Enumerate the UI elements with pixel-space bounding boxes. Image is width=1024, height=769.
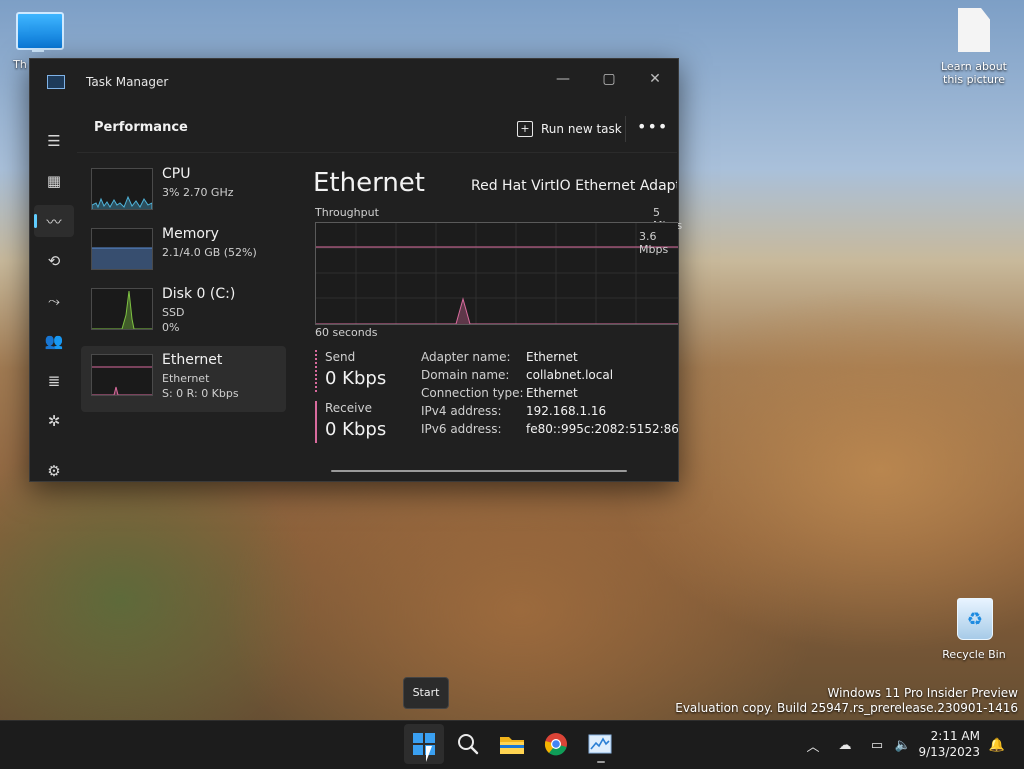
property-value: Ethernet <box>526 386 578 400</box>
document-icon <box>958 8 990 52</box>
run-new-task-button[interactable]: + Run new task <box>509 116 630 142</box>
property-value: collabnet.local <box>526 368 614 382</box>
perf-item-name: CPU <box>162 166 191 182</box>
property-key: Adapter name: <box>421 350 511 364</box>
windows-start-icon[interactable] <box>404 724 444 764</box>
send-label: Send <box>325 350 356 364</box>
chevron-up-icon[interactable]: ︿ <box>802 734 824 756</box>
perf-item-throughput: S: 0 R: 0 Kbps <box>162 387 239 400</box>
property-value: fe80::995c:2082:5152:8663%14 <box>526 422 678 436</box>
clock[interactable]: 2:11 AM 9/13/2023 <box>918 728 980 760</box>
property-key: Connection type: <box>421 386 524 400</box>
monitor-stand <box>32 48 44 52</box>
desktop-icon-label: Learn about this picture <box>941 60 1007 86</box>
recycle-bin-icon: ♻ <box>957 598 993 640</box>
perf-item-memory[interactable]: Memory 2.1/4.0 GB (52%) <box>81 220 286 286</box>
start-tooltip: Start <box>403 677 449 709</box>
onedrive-icon[interactable]: ☁ <box>834 734 856 756</box>
throughput-label: Throughput <box>315 206 379 219</box>
throughput-graph <box>315 222 678 325</box>
perf-item-usage: 0% <box>162 321 180 334</box>
send-stat: Send 0 Kbps <box>315 350 386 392</box>
send-value: 0 Kbps <box>325 368 387 389</box>
watermark-line: Evaluation copy. Build 25947.rs_prerelea… <box>675 701 1018 715</box>
throughput-peak-label: 3.6 Mbps <box>639 230 669 256</box>
desktop-icon-label: Recycle Bin <box>942 648 1006 661</box>
perf-item-detail: 2.1/4.0 GB (52%) <box>162 246 257 259</box>
disk-thumbnail-graph <box>91 288 153 330</box>
more-options-button[interactable]: ••• <box>637 116 667 142</box>
receive-label: Receive <box>325 401 372 415</box>
perf-item-detail: 3% 2.70 GHz <box>162 186 234 199</box>
perf-item-ethernet[interactable]: Ethernet Ethernet S: 0 R: 0 Kbps <box>81 346 286 412</box>
receive-stat: Receive 0 Kbps <box>315 401 386 443</box>
property-key: IPv4 address: <box>421 404 502 418</box>
page-title: Performance <box>94 120 188 135</box>
detail-title: Ethernet <box>313 168 425 198</box>
task-manager-icon[interactable] <box>580 724 620 764</box>
clock-date: 9/13/2023 <box>918 745 980 759</box>
running-app-indicator <box>597 761 605 763</box>
file-explorer-icon[interactable] <box>492 724 532 764</box>
notification-bell-icon[interactable]: 🔔 <box>986 734 1008 756</box>
property-value: Ethernet <box>526 350 578 364</box>
property-value: 192.168.1.16 <box>526 404 607 418</box>
perf-item-name: Disk 0 (C:) <box>162 286 236 302</box>
watermark-line: Windows 11 Pro Insider Preview <box>827 686 1018 700</box>
header-separator <box>77 152 677 153</box>
adapter-description: Red Hat VirtIO Ethernet Adapter <box>471 178 677 194</box>
receive-value: 0 Kbps <box>325 419 387 440</box>
property-key: Domain name: <box>421 368 510 382</box>
property-key: IPv6 address: <box>421 422 502 436</box>
os-watermark: Windows 11 Pro Insider Preview Evaluatio… <box>675 686 1018 716</box>
network-icon[interactable]: ▭ <box>866 734 888 756</box>
header-divider <box>625 116 626 142</box>
ethernet-thumbnail-graph <box>91 354 153 396</box>
perf-item-detail: Ethernet <box>162 372 210 385</box>
perf-item-detail: SSD <box>162 306 185 319</box>
perf-item-name: Memory <box>162 226 219 242</box>
cpu-thumbnail-graph <box>91 168 153 210</box>
time-span-label: 60 seconds <box>315 326 378 339</box>
chrome-icon[interactable] <box>536 724 576 764</box>
perf-item-disk[interactable]: Disk 0 (C:) SSD 0% <box>81 280 286 346</box>
speaker-muted-icon[interactable]: 🔈 <box>892 734 914 756</box>
mouse-cursor <box>426 746 438 762</box>
memory-thumbnail-graph <box>91 228 153 270</box>
monitor-icon <box>16 12 64 50</box>
add-task-icon: + <box>517 121 533 137</box>
perf-item-name: Ethernet <box>162 352 223 368</box>
search-icon[interactable] <box>448 724 488 764</box>
clock-time: 2:11 AM <box>930 729 980 743</box>
task-manager-content: Performance + Run new task ••• CPU 3% 2.… <box>29 58 682 480</box>
run-new-task-label: Run new task <box>541 122 622 136</box>
horizontal-scrollbar[interactable] <box>331 470 627 472</box>
perf-item-cpu[interactable]: CPU 3% 2.70 GHz <box>81 160 286 226</box>
